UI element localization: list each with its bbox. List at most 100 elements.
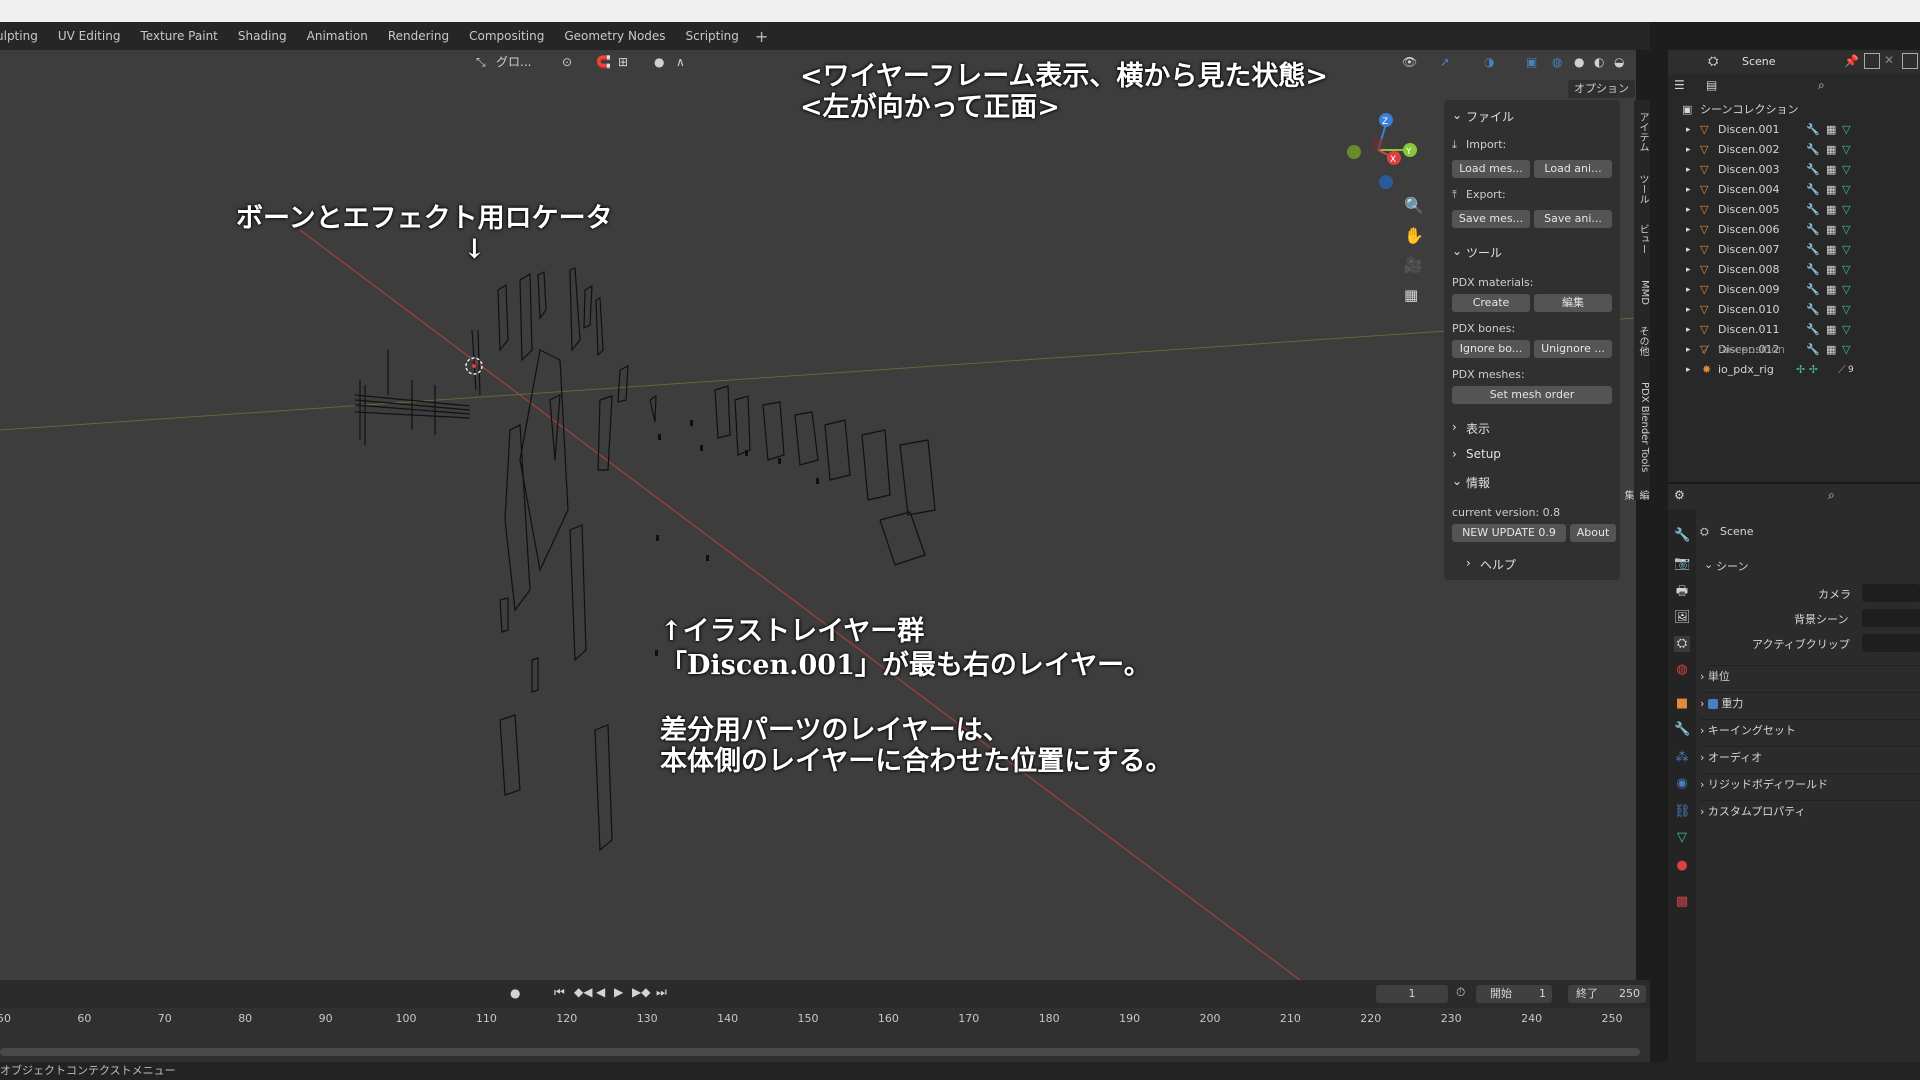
camera-field[interactable] <box>1862 584 1920 602</box>
outliner-item[interactable]: ▸ ▽ Discen.010 🔧 ▦ ▽ <box>1668 300 1920 320</box>
expand-arrow-icon[interactable]: ▸ <box>1686 300 1691 320</box>
view-layer-icon[interactable] <box>1902 53 1918 69</box>
prev-keyframe-icon[interactable]: ◆◀ <box>574 985 592 999</box>
particles-tab-icon[interactable]: ⁂ <box>1674 750 1690 766</box>
save-anim-button[interactable]: Save ani... <box>1534 210 1612 228</box>
tab-pdx-blender-tools[interactable]: PDX Blender Tools <box>1634 382 1650 472</box>
tab-shading[interactable]: Shading <box>228 22 297 50</box>
material-shading-icon[interactable]: ◐ <box>1594 53 1604 71</box>
load-mesh-button[interactable]: Load mes... <box>1452 160 1530 178</box>
scene-section-header[interactable]: シーン <box>1716 558 1748 574</box>
outliner-item[interactable]: ▸ ▽ Discen.007 🔧 ▦ ▽ <box>1668 240 1920 260</box>
solid-shading-icon[interactable]: ● <box>1574 53 1584 71</box>
snap-icon[interactable]: 🧲 <box>596 53 611 71</box>
properties-editor-icon[interactable]: ⚙ <box>1674 488 1685 502</box>
jump-end-icon[interactable]: ⏭ <box>656 985 667 1000</box>
tab-rendering[interactable]: Rendering <box>378 22 459 50</box>
output-tab-icon[interactable]: 🖶 <box>1674 584 1690 600</box>
display-section-header[interactable]: 表示 <box>1466 420 1490 437</box>
scene-name[interactable]: Scene <box>1742 55 1776 68</box>
current-frame-field[interactable]: 1 <box>1376 985 1448 1003</box>
camera-view-icon[interactable]: 🎥 <box>1404 256 1423 274</box>
timeline[interactable]: 50 60 70 80 90 100 110 120 130 140 150 160 170 180 190… <box>0 1008 1650 1066</box>
visibility-icon[interactable]: 👁 <box>1402 53 1417 71</box>
keying-sets-section[interactable]: › キーイングセット <box>1700 719 1920 742</box>
outliner-item[interactable]: ▸ ▽ Discen.003 🔧 ▦ ▽ <box>1668 160 1920 180</box>
zoom-icon[interactable]: 🔍 <box>1404 196 1424 215</box>
new-update-button[interactable]: NEW UPDATE 0.9 <box>1452 524 1566 542</box>
expand-arrow-icon[interactable]: ▸ <box>1686 200 1691 220</box>
outliner-filter-icon[interactable]: ▤ <box>1706 78 1717 92</box>
expand-arrow-icon[interactable]: ▸ <box>1686 220 1691 240</box>
rendered-shading-icon[interactable]: ◒ <box>1614 53 1624 71</box>
expand-arrow-icon[interactable]: ▸ <box>1686 280 1691 300</box>
snap-target-icon[interactable]: ⊞ <box>618 53 628 71</box>
record-icon[interactable]: ● <box>510 986 520 1000</box>
load-anim-button[interactable]: Load ani... <box>1534 160 1612 178</box>
overlay-toggle-icon[interactable]: ◑ <box>1484 53 1494 71</box>
timeline-scrollbar[interactable] <box>0 1048 1640 1056</box>
outliner-item[interactable]: ▸ ▽ Discen.011 🔧 ▦ ▽ <box>1668 320 1920 340</box>
outliner-item[interactable]: ▸ ▽ Discen.005 🔧 ▦ ▽ <box>1668 200 1920 220</box>
expand-arrow-icon[interactable]: ▸ <box>1686 240 1691 260</box>
outliner-item[interactable]: ▸ ▽ Discen.009 🔧 ▦ ▽ <box>1668 280 1920 300</box>
expand-arrow-icon[interactable]: ▸ <box>1686 140 1691 160</box>
play-reverse-icon[interactable]: ◀ <box>596 985 605 999</box>
scene-selector-icon[interactable]: ⛭ <box>1708 54 1718 69</box>
tab-compositing[interactable]: Compositing <box>459 22 554 50</box>
outliner-item[interactable]: ▸ ▽ Discen.001 🔧 ▦ ▽ <box>1668 120 1920 140</box>
pan-hand-icon[interactable]: ✋ <box>1404 226 1424 245</box>
new-scene-icon[interactable] <box>1864 53 1880 69</box>
start-frame-field[interactable]: 開始 1 <box>1476 985 1552 1003</box>
pivot-point-icon[interactable]: ⊙ <box>562 53 572 71</box>
tab-texture-paint[interactable]: Texture Paint <box>130 22 227 50</box>
chevron-right-icon[interactable]: › <box>1466 556 1471 570</box>
scene-tab-icon[interactable]: ⛭ <box>1674 636 1690 652</box>
search-icon[interactable]: ⌕ <box>1818 78 1825 93</box>
set-mesh-order-button[interactable]: Set mesh order <box>1452 386 1612 404</box>
play-icon[interactable]: ▶ <box>614 985 623 999</box>
tab-mmd[interactable]: MMD <box>1634 280 1650 305</box>
render-tab-icon[interactable]: 📷 <box>1674 556 1690 572</box>
tools-section-header[interactable]: ツール <box>1466 244 1502 261</box>
rigid-body-world-section[interactable]: › リジッドボディワールド <box>1700 773 1920 796</box>
audio-section[interactable]: › オーディオ <box>1700 746 1920 769</box>
texture-tab-icon[interactable]: ▩ <box>1674 894 1690 910</box>
outliner-display-mode-icon[interactable]: ☰ <box>1674 78 1685 92</box>
setup-section-header[interactable]: Setup <box>1466 447 1501 461</box>
end-frame-field[interactable]: 終了 250 <box>1568 985 1646 1003</box>
chevron-down-icon[interactable]: ⌄ <box>1452 244 1462 258</box>
rig-row[interactable]: ▸ ✸ io_pdx_rig ✢ ✢ ⟋ 9 <box>1668 360 1920 380</box>
search-icon[interactable]: ⌕ <box>1828 488 1835 503</box>
wireframe-shading-icon[interactable]: ◍ <box>1552 53 1562 71</box>
pin-icon[interactable]: 📌 <box>1844 54 1859 68</box>
outliner-item[interactable]: ▸ ▽ Discen.008 🔧 ▦ ▽ <box>1668 260 1920 280</box>
object-tab-icon[interactable]: ■ <box>1674 696 1690 712</box>
tab-animation[interactable]: Animation <box>297 22 378 50</box>
falloff-icon[interactable]: ∧ <box>676 53 685 71</box>
gizmo-toggle-icon[interactable]: ➚ <box>1440 53 1450 71</box>
transform-orientation-dropdown[interactable]: グロ... <box>496 53 531 71</box>
expand-arrow-icon[interactable]: ▸ <box>1686 260 1691 280</box>
chevron-right-icon[interactable]: › <box>1452 420 1457 434</box>
data-tab-icon[interactable]: ▽ <box>1674 830 1690 846</box>
outliner-item[interactable]: ▸ ▽ Discen.006 🔧 ▦ ▽ <box>1668 220 1920 240</box>
expand-arrow-icon[interactable]: ▸ <box>1686 180 1691 200</box>
transform-orientation-icon[interactable]: ⤡ <box>476 53 486 71</box>
scene-collection-row[interactable]: ▣ シーンコレクション <box>1668 100 1920 120</box>
help-section-header[interactable]: ヘルプ <box>1480 556 1516 573</box>
background-scene-field[interactable] <box>1862 609 1920 627</box>
ortho-toggle-icon[interactable]: ▦ <box>1404 286 1418 304</box>
proportional-edit-icon[interactable]: ● <box>654 53 664 71</box>
tab-view[interactable]: ビュー <box>1634 224 1650 254</box>
edit-material-button[interactable]: 編集 <box>1534 294 1612 312</box>
outliner-item[interactable]: ▸ ▽ Discen.002 🔧 ▦ ▽ <box>1668 140 1920 160</box>
tab-edit[interactable]: 編集 <box>1622 490 1650 500</box>
file-section-header[interactable]: ファイル <box>1466 108 1514 125</box>
tool-tab-icon[interactable]: 🔧 <box>1674 528 1690 544</box>
expand-arrow-icon[interactable]: ▸ <box>1686 320 1691 340</box>
tab-geometry-nodes[interactable]: Geometry Nodes <box>554 22 675 50</box>
material-tab-icon[interactable]: ● <box>1674 858 1690 874</box>
outliner-item[interactable]: ▸ ▽ Discen.004 🔧 ▦ ▽ <box>1668 180 1920 200</box>
physics-tab-icon[interactable]: ◉ <box>1674 776 1690 792</box>
